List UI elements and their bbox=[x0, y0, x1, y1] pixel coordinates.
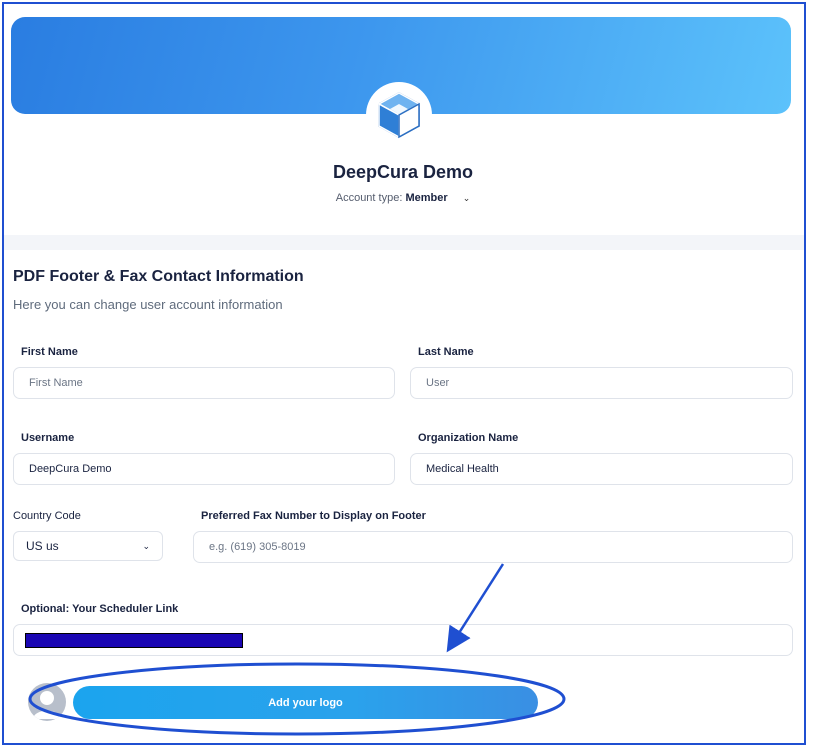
username-label: Username bbox=[21, 432, 75, 444]
cube-icon bbox=[377, 92, 421, 139]
country-code-select[interactable]: US us ⌄ bbox=[13, 531, 163, 561]
first-name-label: First Name bbox=[21, 346, 78, 358]
fax-number-input[interactable] bbox=[193, 531, 793, 563]
last-name-input[interactable] bbox=[410, 367, 793, 399]
profile-card: DeepCura Demo Account type: Member ⌄ bbox=[8, 14, 798, 234]
add-logo-button[interactable]: Add your logo bbox=[73, 686, 538, 719]
section-title: PDF Footer & Fax Contact Information bbox=[13, 268, 304, 285]
chevron-down-icon: ⌄ bbox=[142, 540, 150, 551]
last-name-label: Last Name bbox=[418, 346, 474, 358]
section-subtitle: Here you can change user account informa… bbox=[13, 297, 283, 312]
organization-name-input[interactable] bbox=[410, 453, 793, 485]
chevron-down-icon[interactable]: ⌄ bbox=[463, 193, 471, 204]
user-avatar-icon bbox=[28, 683, 66, 721]
account-type-selector[interactable]: Account type: Member ⌄ bbox=[8, 192, 798, 204]
account-type-value: Member bbox=[405, 192, 448, 204]
section-divider bbox=[4, 235, 804, 250]
organization-name-label: Organization Name bbox=[418, 432, 519, 444]
org-name: DeepCura Demo bbox=[332, 162, 474, 182]
org-logo[interactable] bbox=[366, 82, 432, 148]
fax-number-label: Preferred Fax Number to Display on Foote… bbox=[201, 510, 426, 522]
first-name-input[interactable] bbox=[13, 367, 395, 399]
country-code-label: Country Code bbox=[13, 510, 81, 522]
username-input[interactable] bbox=[13, 453, 395, 485]
country-code-value: US us bbox=[26, 539, 59, 553]
scheduler-link-label: Optional: Your Scheduler Link bbox=[21, 603, 179, 615]
redacted-link-overlay bbox=[25, 633, 243, 648]
account-type-label: Account type: bbox=[335, 192, 403, 204]
